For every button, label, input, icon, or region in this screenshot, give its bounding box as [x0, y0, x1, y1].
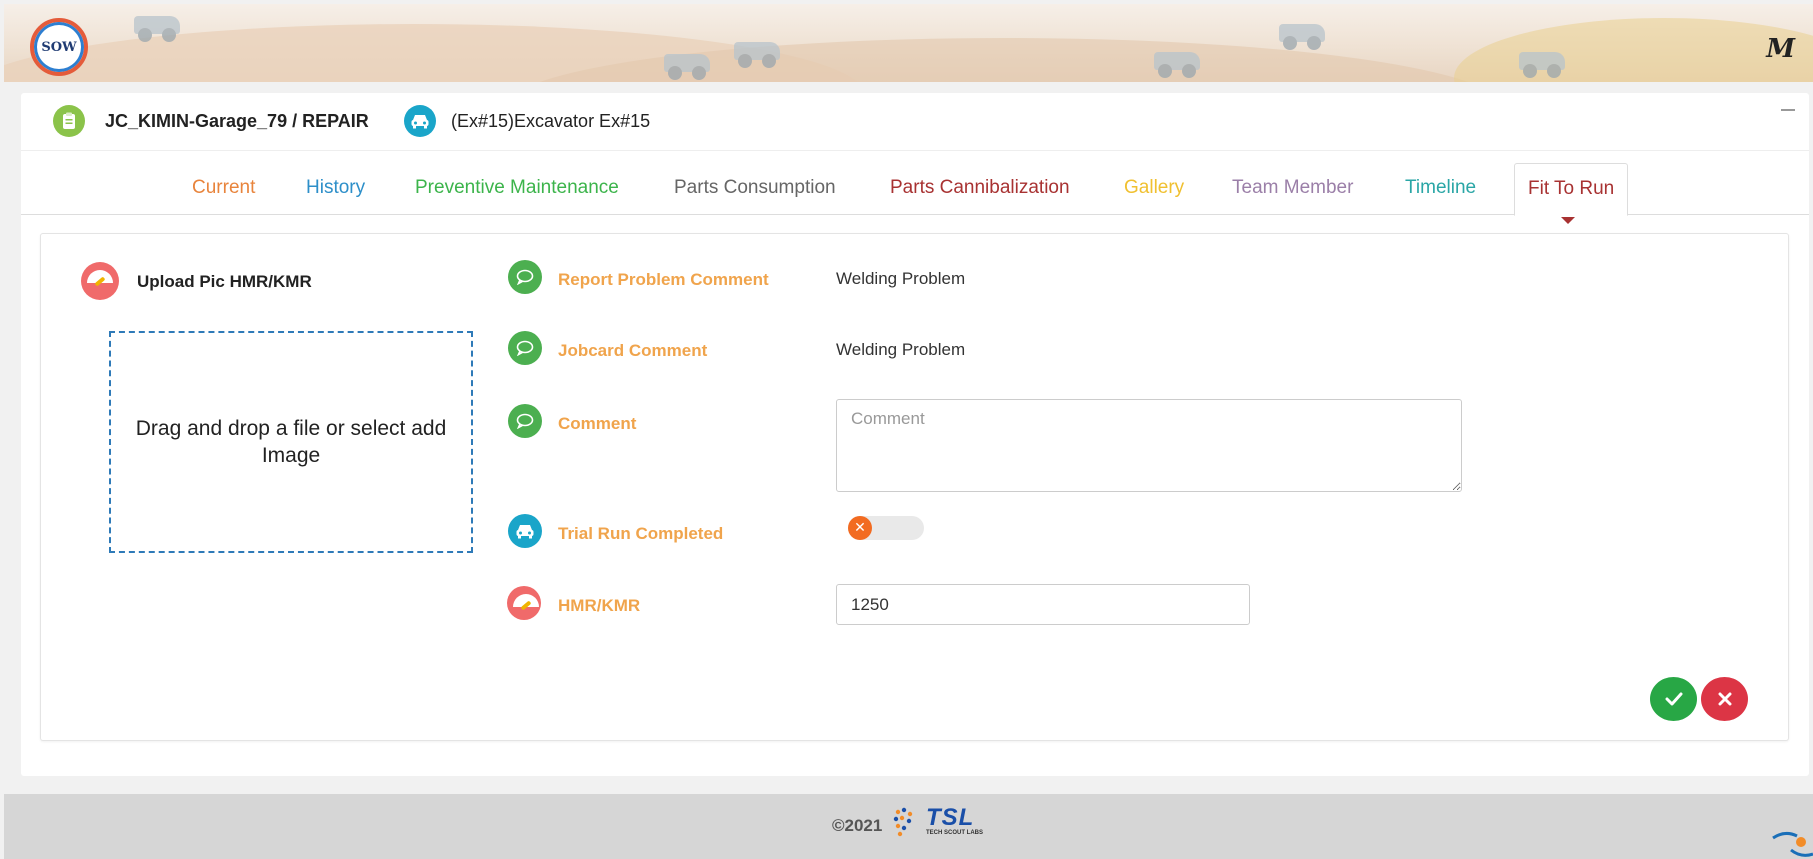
tab-parts-cannibalization[interactable]: Parts Cannibalization	[890, 163, 1070, 215]
speedometer-icon	[81, 262, 119, 300]
jobcard-comment-value: Welding Problem	[836, 340, 966, 359]
footer: ©2021 TSL TECH SCOUT LABS	[4, 794, 1813, 859]
jobcard-panel: JC_KIMIN-Garage_79 / REPAIR (Ex#15)Excav…	[21, 93, 1809, 776]
tab-current[interactable]: Current	[192, 163, 255, 215]
comment-textarea[interactable]	[836, 399, 1462, 492]
truck-illustration	[134, 16, 180, 42]
copyright-text: ©2021	[832, 816, 883, 835]
car-icon	[404, 105, 436, 137]
jobcard-header: JC_KIMIN-Garage_79 / REPAIR (Ex#15)Excav…	[21, 93, 1809, 151]
jobcard-title: JC_KIMIN-Garage_79 / REPAIR	[105, 111, 369, 131]
check-icon	[1665, 692, 1682, 706]
excavator-illustration	[734, 42, 780, 68]
comment-label: Comment	[558, 414, 637, 433]
close-icon	[1718, 692, 1731, 706]
sow-logo[interactable]: SOW	[30, 18, 88, 76]
image-dropzone[interactable]: Drag and drop a file or select add Image	[109, 331, 473, 553]
tsl-brand-sub: TECH SCOUT LABS	[926, 830, 983, 836]
chat-widget-icon[interactable]	[1767, 824, 1813, 859]
minimize-button[interactable]	[1781, 109, 1795, 111]
tab-gallery[interactable]: Gallery	[1124, 163, 1184, 215]
tab-parts-consumption[interactable]: Parts Consumption	[674, 163, 836, 215]
tab-bar: Current History Preventive Maintenance P…	[21, 163, 1809, 216]
save-button[interactable]	[1650, 677, 1697, 721]
clipboard-icon	[53, 105, 85, 137]
tab-history[interactable]: History	[306, 163, 365, 215]
close-icon: ✕	[848, 516, 872, 540]
trial-run-toggle[interactable]: ✕	[848, 516, 924, 540]
hmr-label: HMR/KMR	[558, 596, 641, 615]
upload-label: Upload Pic HMR/KMR	[137, 272, 312, 291]
hmr-input[interactable]	[836, 584, 1250, 625]
truck-illustration	[664, 54, 710, 80]
banner-hill	[1454, 18, 1813, 82]
report-problem-value: Welding Problem	[836, 269, 966, 288]
jobcard-comment-label: Jobcard Comment	[558, 341, 708, 360]
tab-team-member[interactable]: Team Member	[1232, 163, 1353, 215]
vehicle-title: (Ex#15)Excavator Ex#15	[451, 111, 651, 131]
report-problem-label: Report Problem Comment	[558, 270, 769, 289]
tsl-brand: TSL	[926, 804, 975, 831]
speedometer-icon	[507, 586, 541, 620]
truck-illustration	[1519, 52, 1565, 78]
header-banner: SOW M	[4, 4, 1813, 82]
active-tab-indicator	[1561, 217, 1575, 224]
car-icon	[508, 514, 542, 548]
tsl-logo-icon	[893, 807, 913, 837]
comment-icon	[508, 331, 542, 365]
brand-logo: M	[1766, 34, 1795, 64]
truck-illustration	[1279, 24, 1325, 50]
tab-fit-to-run[interactable]: Fit To Run	[1514, 163, 1629, 216]
tab-preventive-maintenance[interactable]: Preventive Maintenance	[415, 163, 619, 215]
tab-timeline[interactable]: Timeline	[1405, 163, 1476, 215]
trial-run-label: Trial Run Completed	[558, 524, 724, 543]
comment-icon	[508, 260, 542, 294]
cancel-button[interactable]	[1701, 677, 1748, 721]
truck-illustration	[1154, 52, 1200, 78]
fit-to-run-form: Upload Pic HMR/KMR Drag and drop a file …	[40, 233, 1789, 741]
comment-icon	[508, 404, 542, 438]
